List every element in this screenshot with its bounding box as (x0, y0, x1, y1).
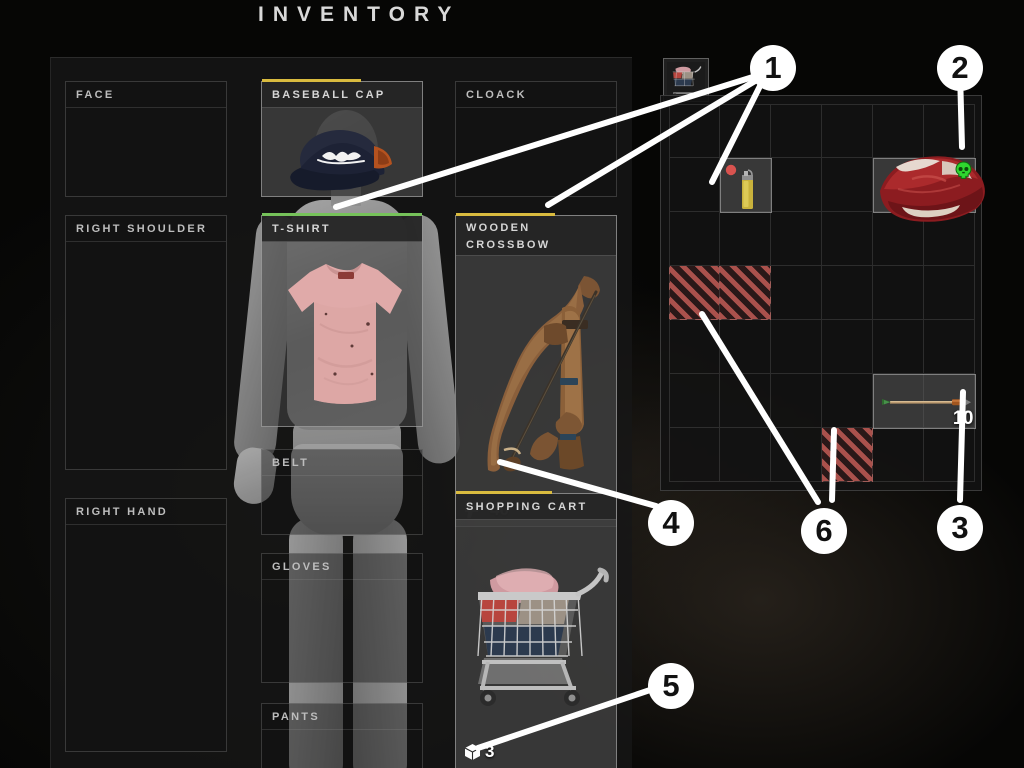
grid-item-lighter[interactable] (720, 158, 772, 213)
grid-cell[interactable] (924, 320, 975, 374)
grid-cell[interactable] (669, 158, 720, 212)
slot-label: WOODEN CROSSBOW (456, 216, 616, 256)
grid-cell-blocked (822, 428, 873, 482)
grid-cell[interactable] (873, 320, 924, 374)
grid-cell[interactable] (822, 212, 873, 266)
slot-baseball-cap[interactable]: BASEBALL CAP (261, 79, 423, 197)
box-icon (464, 744, 481, 760)
grid-item-raw-meat[interactable] (873, 156, 985, 222)
slot-belt[interactable]: BELT (261, 449, 423, 535)
grid-cell[interactable] (822, 266, 873, 320)
bolt-art (882, 399, 971, 406)
slot-label: PANTS (262, 704, 422, 730)
grid-cell[interactable] (822, 104, 873, 158)
lighter-status-dot (725, 163, 737, 181)
slot-pants[interactable]: PANTS (261, 703, 423, 768)
grid-cell[interactable] (720, 374, 771, 428)
inventory-screen: INVENTORY FACE BASEBALL CAP CLOACK RIGHT… (0, 0, 1024, 768)
slot-content: 3 (456, 520, 616, 768)
equipment-panel: FACE BASEBALL CAP CLOACK RIGHT SHOULDER … (50, 57, 632, 768)
shopping-cart-art (477, 567, 609, 706)
durability-bar-crossbow (456, 213, 556, 216)
slot-wooden-crossbow[interactable]: WOODEN CROSSBOW (455, 213, 617, 527)
slot-shopping-cart[interactable]: SHOPPING CART 3 (455, 491, 617, 768)
slot-label: GLOVES (262, 554, 422, 580)
grid-cell[interactable] (771, 158, 822, 212)
slot-label: FACE (66, 82, 226, 108)
durability-bar-cart (456, 491, 552, 494)
slot-t-shirt[interactable]: T-SHIRT (261, 213, 423, 427)
page-title: INVENTORY (258, 3, 461, 26)
wooden-crossbow-art (487, 276, 600, 472)
shopping-cart-thumb-icon (667, 62, 705, 98)
durability-bar-tshirt (262, 213, 422, 216)
grid-cell[interactable] (822, 374, 873, 428)
grid-cell[interactable] (669, 212, 720, 266)
grid-cell[interactable] (873, 428, 924, 482)
slot-content (262, 580, 422, 682)
slot-label: RIGHT SHOULDER (66, 216, 226, 242)
callout-marker-3: 3 (937, 505, 983, 551)
slot-content (262, 108, 422, 196)
grid-cell[interactable] (669, 428, 720, 482)
grid-cell[interactable] (720, 428, 771, 482)
grid-cell[interactable] (771, 428, 822, 482)
durability-bar-cap (262, 79, 362, 82)
slot-content (66, 525, 226, 751)
grid-cell[interactable] (669, 104, 720, 158)
grid-cell[interactable] (771, 266, 822, 320)
raw-meat-art (880, 156, 985, 222)
callout-marker-2: 2 (937, 45, 983, 91)
slot-label: BASEBALL CAP (262, 82, 422, 108)
grid-cell-blocked (669, 266, 720, 320)
grid-cell[interactable] (822, 158, 873, 212)
grid-cell[interactable] (669, 320, 720, 374)
baseball-cap-art (290, 130, 392, 191)
grid-cell-blocked (720, 266, 771, 320)
slot-label: BELT (262, 450, 422, 476)
slot-gloves[interactable]: GLOVES (261, 553, 423, 683)
grid-cell[interactable] (771, 320, 822, 374)
slot-label: CLOACK (456, 82, 616, 108)
container-grid-panel: 10 (660, 95, 985, 491)
capacity-badge: 3 (464, 742, 494, 762)
slot-right-shoulder[interactable]: RIGHT SHOULDER (65, 215, 227, 470)
slot-label: RIGHT HAND (66, 499, 226, 525)
grid-cell[interactable] (771, 212, 822, 266)
grid-cell[interactable] (771, 104, 822, 158)
callout-marker-6: 6 (801, 508, 847, 554)
slot-content (262, 242, 422, 426)
slot-content (66, 242, 226, 469)
grid-cell[interactable] (720, 104, 771, 158)
t-shirt-art (288, 263, 402, 404)
bolt-stack-count: 10 (952, 408, 974, 429)
slot-cloack[interactable]: CLOACK (455, 81, 617, 197)
grid-cell[interactable] (669, 374, 720, 428)
grid-cell[interactable] (873, 266, 924, 320)
callout-marker-4: 4 (648, 500, 694, 546)
grid-cell[interactable] (771, 374, 822, 428)
slot-content (66, 108, 226, 196)
grid-cell[interactable] (924, 266, 975, 320)
capacity-count: 3 (485, 742, 495, 761)
slot-right-hand[interactable]: RIGHT HAND (65, 498, 227, 752)
grid-cell[interactable] (924, 428, 975, 482)
slot-content (262, 730, 422, 768)
callout-marker-1: 1 (750, 45, 796, 91)
grid-cell[interactable] (720, 212, 771, 266)
grid-cell[interactable] (822, 320, 873, 374)
poison-status-badge (954, 161, 973, 185)
grid-item-bolts[interactable]: 10 (873, 374, 976, 429)
slot-content (262, 476, 422, 534)
slot-content (456, 108, 616, 196)
callout-marker-5: 5 (648, 663, 694, 709)
inventory-grid[interactable]: 10 (669, 104, 985, 484)
lighter-art (742, 169, 753, 209)
slot-content: 40 (456, 256, 616, 526)
slot-label: T-SHIRT (262, 216, 422, 242)
slot-face[interactable]: FACE (65, 81, 227, 197)
slot-label: SHOPPING CART (456, 494, 616, 520)
grid-cell[interactable] (720, 320, 771, 374)
